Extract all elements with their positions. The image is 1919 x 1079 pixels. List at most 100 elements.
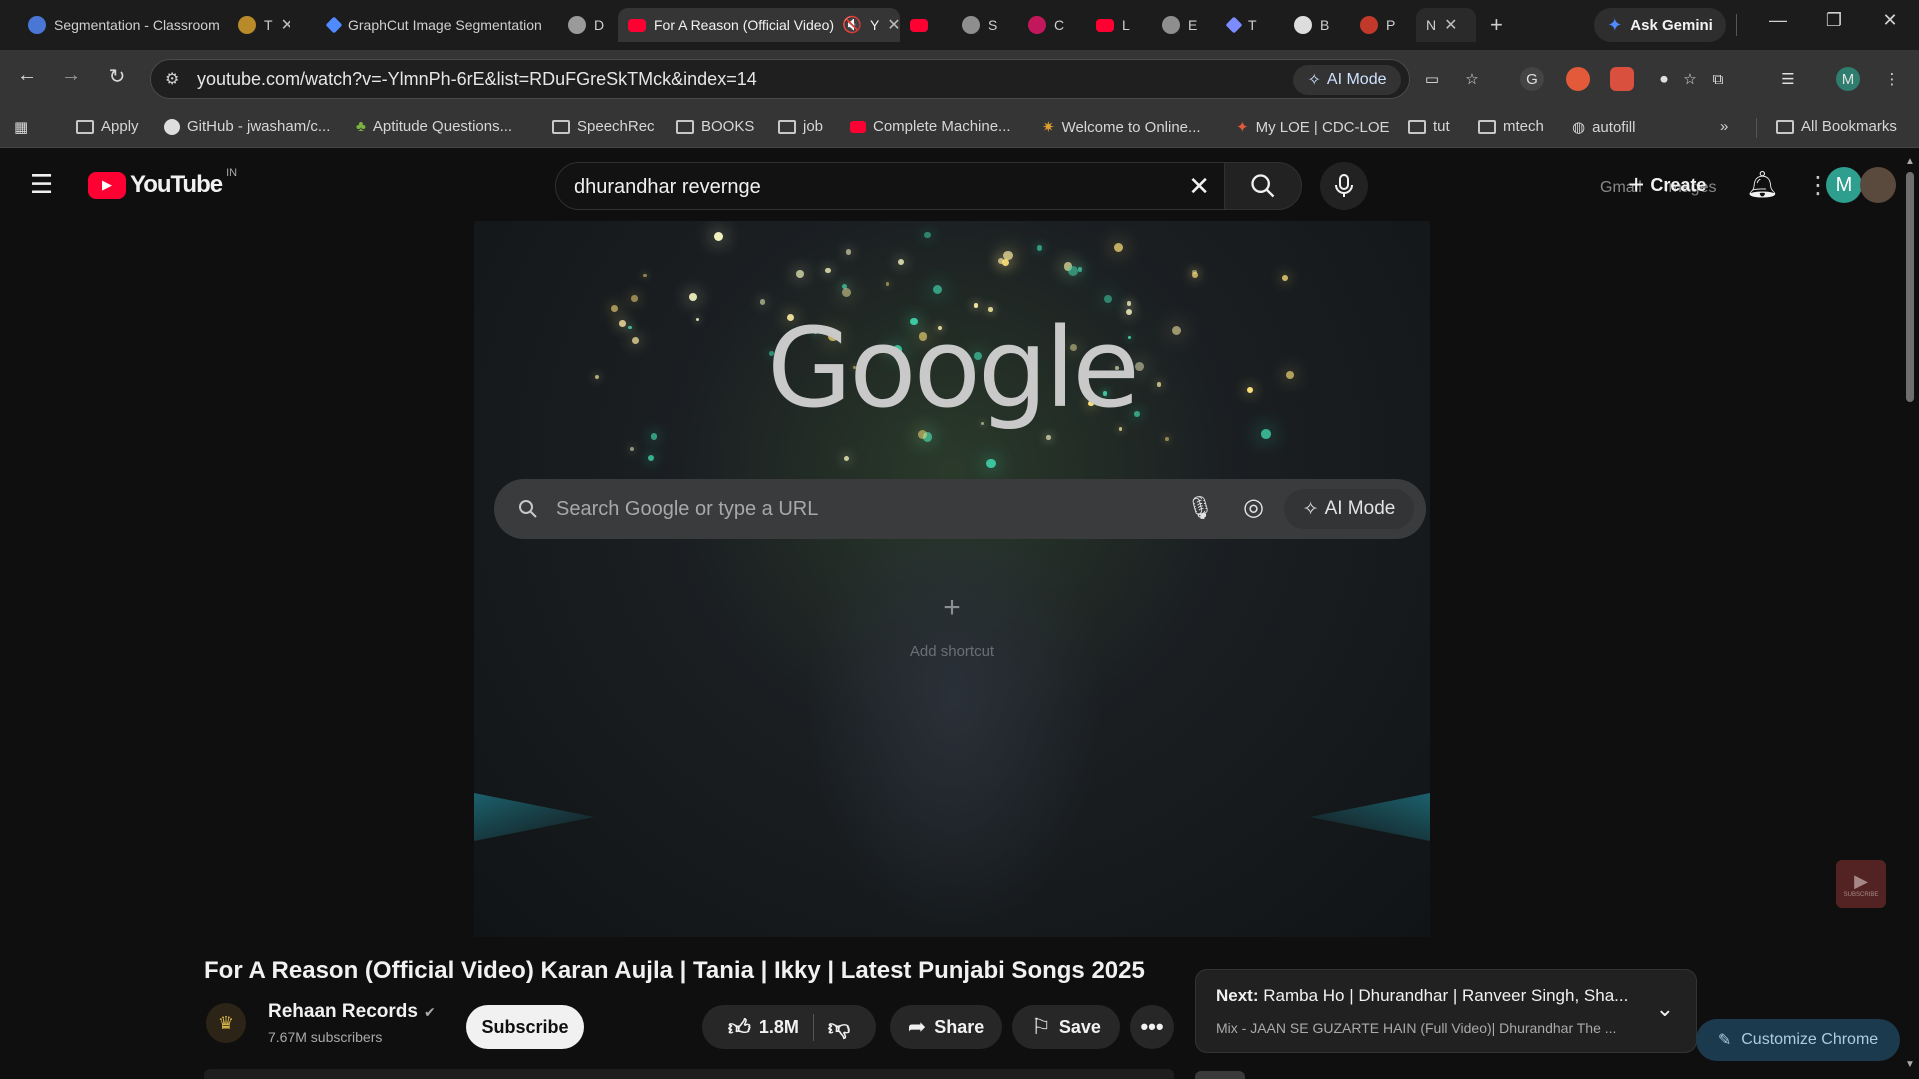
bookmark-job[interactable]: job <box>778 118 823 135</box>
restore-icon[interactable]: ❐ <box>1814 10 1854 31</box>
customize-chrome-button[interactable]: ✎ Customize Chrome <box>1696 1019 1900 1061</box>
tab-c[interactable]: C <box>1018 8 1078 42</box>
site-icon: ✦ <box>1236 119 1249 136</box>
bookmark-star-icon[interactable]: ☆ <box>1460 67 1484 91</box>
mute-icon[interactable]: 🔇 <box>842 15 862 35</box>
extension-icon[interactable] <box>1566 67 1590 91</box>
sparkle <box>643 273 647 278</box>
tab-for-a-reason-active[interactable]: For A Reason (Official Video) 🔇 Y ✕ <box>618 8 900 42</box>
bookmark-apply[interactable]: Apply <box>76 118 139 135</box>
scroll-up-arrow-icon[interactable]: ▲ <box>1905 156 1915 167</box>
tab-s[interactable]: S <box>952 8 1004 42</box>
subscribe-button[interactable]: Subscribe <box>466 1005 584 1049</box>
youtube-search-input[interactable]: dhurandhar revernge ✕ <box>555 162 1225 210</box>
channel-avatar[interactable] <box>1860 167 1896 203</box>
add-shortcut-tile[interactable]: + Add shortcut <box>902 591 1002 660</box>
url-text[interactable]: youtube.com/watch?v=-YlmnPh-6rE&list=RDu… <box>197 69 757 90</box>
favorites-icon[interactable]: ☆ <box>1678 67 1702 91</box>
ai-mode-button[interactable]: ✧ AI Mode <box>1293 65 1401 95</box>
ask-gemini-button[interactable]: ✦ Ask Gemini <box>1594 8 1726 42</box>
channel-logo[interactable]: ♛ <box>206 1003 246 1043</box>
more-actions-button[interactable]: ••• <box>1130 1005 1174 1049</box>
tab-youtube[interactable] <box>900 8 940 42</box>
pdf-extension-icon[interactable] <box>1610 67 1634 91</box>
video-player[interactable]: Google Search Google or type a URL 🎙︎ ◎ … <box>474 221 1430 937</box>
microphone-icon[interactable]: 🎙︎ <box>1186 495 1214 521</box>
plus-icon: + <box>1628 169 1645 200</box>
folder-icon <box>1776 119 1794 134</box>
address-bar[interactable]: ⚙ youtube.com/watch?v=-YlmnPh-6rE&list=R… <box>150 59 1410 99</box>
tab-n[interactable]: N ✕ <box>1416 8 1476 42</box>
like-button[interactable]: 👍︎ 1.8M <box>728 1013 814 1041</box>
bookmark-github[interactable]: GitHub - jwasham/c... <box>164 118 330 135</box>
reload-icon[interactable]: ↻ <box>102 64 132 89</box>
subscribe-watermark[interactable]: ▶ SUBSCRIBE <box>1836 860 1886 908</box>
reading-list-icon[interactable]: ☰ <box>1776 67 1800 91</box>
youtube-favicon-icon <box>910 18 928 32</box>
create-button[interactable]: + Create <box>1628 169 1706 201</box>
share-button[interactable]: ➦ Share <box>890 1005 1002 1049</box>
site-favicon-icon <box>1360 16 1378 34</box>
thumbs-down-icon[interactable]: 👎︎ <box>822 1014 850 1041</box>
forward-arrow-icon[interactable]: → <box>56 64 86 87</box>
account-avatar[interactable]: M <box>1826 167 1862 203</box>
sparkle <box>1068 266 1079 277</box>
new-tab-plus-icon[interactable]: + <box>1490 12 1503 38</box>
site-info-icon[interactable]: ⚙ <box>165 69 179 89</box>
voice-search-button[interactable] <box>1320 162 1368 210</box>
grammarly-icon[interactable]: G <box>1520 67 1544 91</box>
bookmark-tut[interactable]: tut <box>1408 118 1450 135</box>
more-bookmarks-chevron-icon[interactable]: » <box>1720 118 1728 135</box>
sparkle <box>688 293 698 302</box>
bookmark-speechrec[interactable]: SpeechRec <box>552 118 655 135</box>
close-icon[interactable]: ✕ <box>887 15 900 35</box>
bookmark-mtech[interactable]: mtech <box>1478 118 1544 135</box>
notifications-bell-icon[interactable]: 🔔︎ <box>1746 169 1779 200</box>
tab-t[interactable]: T ✕ <box>228 8 290 42</box>
folder-icon <box>1408 119 1426 134</box>
tab-l[interactable]: L <box>1086 8 1142 42</box>
bookmark-welcome-online[interactable]: ✷ Welcome to Online... <box>1042 118 1201 137</box>
google-lens-icon[interactable]: ◎ <box>1243 493 1264 522</box>
chevron-down-icon[interactable]: ⌄ <box>1656 996 1674 1022</box>
channel-name[interactable]: Rehaan Records ✔ <box>268 1001 436 1023</box>
cast-icon[interactable]: ▭ <box>1420 67 1444 91</box>
youtube-logo[interactable]: ▶ YouTube IN <box>88 167 237 199</box>
google-search-box[interactable]: Search Google or type a URL 🎙︎ ◎ ✧ AI Mo… <box>494 479 1426 539</box>
tab-graphcut[interactable]: GraphCut Image Segmentation <box>318 8 558 42</box>
hamburger-menu-icon[interactable]: ☰ <box>30 169 53 200</box>
scroll-down-arrow-icon[interactable]: ▼ <box>1905 1059 1915 1070</box>
youtube-play-icon: ▶ <box>1854 870 1868 891</box>
bookmark-autofill[interactable]: ◍ autofill <box>1572 118 1635 137</box>
ntp-ai-mode-button[interactable]: ✧ AI Mode <box>1284 489 1414 529</box>
youtube-search-button[interactable] <box>1224 162 1302 210</box>
bookmark-my-loe[interactable]: ✦ My LOE | CDC-LOE <box>1236 118 1390 137</box>
tab-b[interactable]: B <box>1284 8 1340 42</box>
clear-search-icon[interactable]: ✕ <box>1188 171 1210 202</box>
profile-avatar[interactable]: M <box>1836 67 1860 91</box>
minimize-icon[interactable]: — <box>1758 10 1798 31</box>
bookmark-complete-machine[interactable]: Complete Machine... <box>850 118 1011 135</box>
close-icon[interactable]: ✕ <box>1444 15 1457 35</box>
page-scrollbar[interactable]: ▲ ▼ <box>1904 156 1916 1070</box>
tab-e[interactable]: E <box>1152 8 1210 42</box>
scrollbar-thumb[interactable] <box>1906 172 1914 402</box>
extensions-puzzle-icon[interactable]: ⧉ <box>1706 67 1730 91</box>
apps-grid-icon[interactable]: ▦ <box>14 118 28 136</box>
tab-d[interactable]: D <box>558 8 618 42</box>
up-next-panel[interactable]: Next: Ramba Ho | Dhurandhar | Ranveer Si… <box>1195 969 1697 1053</box>
tab-t2[interactable]: T <box>1218 8 1274 42</box>
close-icon[interactable]: ✕ <box>281 15 290 35</box>
save-button[interactable]: ⚐ Save <box>1012 1005 1120 1049</box>
bookmark-aptitude[interactable]: ♣ Aptitude Questions... <box>356 118 512 135</box>
tab-p[interactable]: P <box>1350 8 1408 42</box>
record-icon[interactable]: ⏺ <box>1652 67 1676 91</box>
tab-segmentation-classroom[interactable]: Segmentation - Classroom <box>18 8 228 42</box>
sparkle <box>842 288 852 298</box>
bookmark-books[interactable]: BOOKS <box>676 118 754 135</box>
description-panel-edge <box>204 1069 1174 1079</box>
all-bookmarks-button[interactable]: All Bookmarks <box>1776 118 1897 135</box>
menu-kebab-icon[interactable]: ⋮ <box>1880 67 1904 91</box>
back-arrow-icon[interactable]: ← <box>12 64 42 87</box>
window-close-icon[interactable]: ✕ <box>1870 10 1910 31</box>
